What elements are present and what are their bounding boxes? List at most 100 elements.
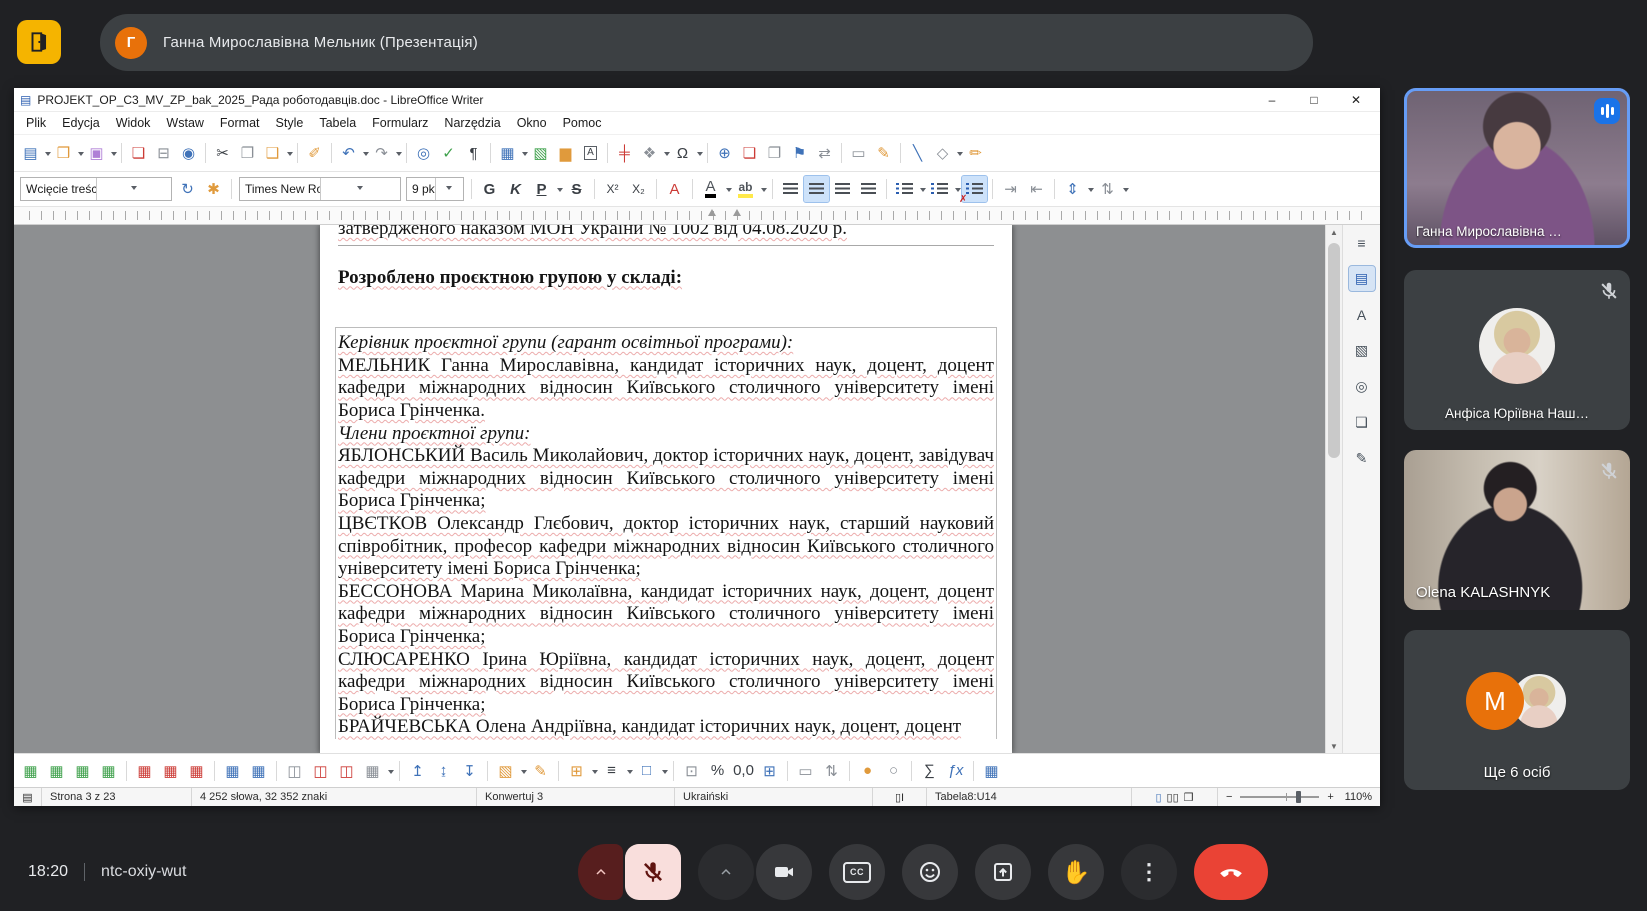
border-color-dropdown[interactable] bbox=[662, 770, 668, 777]
zoom-level[interactable]: 110% bbox=[1336, 791, 1372, 803]
paragraph-style-select[interactable]: Wcięcie treści tekstu bbox=[20, 177, 172, 201]
border-style-icon[interactable]: ≡ bbox=[599, 758, 624, 784]
align-top-icon[interactable]: ↥ bbox=[405, 758, 430, 784]
insert-image-icon[interactable]: ▧ bbox=[528, 140, 553, 166]
wrap-icon[interactable]: ▭ bbox=[793, 758, 818, 784]
sidebar-properties-icon[interactable]: ▤ bbox=[1349, 266, 1375, 291]
borders-icon[interactable]: ⊞ bbox=[564, 758, 589, 784]
highlight-dropdown[interactable] bbox=[761, 188, 767, 195]
basic-shapes-icon[interactable]: ◇ bbox=[930, 140, 955, 166]
unordered-list-button[interactable] bbox=[892, 176, 917, 202]
more-options-button[interactable]: ⋮ bbox=[1121, 844, 1177, 900]
align-bottom-icon[interactable]: ↧ bbox=[457, 758, 482, 784]
increase-indent-icon[interactable]: ⇥ bbox=[998, 176, 1023, 202]
menu-item-style[interactable]: Style bbox=[268, 114, 312, 132]
menu-item-narzedzia[interactable]: Narzędzia bbox=[436, 114, 508, 132]
delete-table-icon[interactable]: ▦ bbox=[184, 758, 209, 784]
border-style-dropdown[interactable] bbox=[627, 770, 633, 777]
line-spacing-dropdown[interactable] bbox=[1088, 188, 1094, 195]
minimize-button[interactable]: – bbox=[1254, 88, 1290, 111]
bookmark-icon[interactable]: ⚑ bbox=[787, 140, 812, 166]
multi-page-view-icon[interactable]: ▯▯ bbox=[1167, 791, 1179, 804]
video-tile-olena[interactable]: Olena KALASHNYK bbox=[1404, 450, 1630, 610]
border-color-icon[interactable]: □ bbox=[634, 758, 659, 784]
insert-row-above-icon[interactable]: ▦ bbox=[18, 758, 43, 784]
font-color-button[interactable]: A bbox=[698, 176, 723, 202]
delete-column-icon[interactable]: ▦ bbox=[158, 758, 183, 784]
sidebar-inspector-icon[interactable]: ✎ bbox=[1349, 446, 1375, 471]
decimal-format-icon[interactable]: 0,0 bbox=[731, 758, 756, 784]
split-cells-icon[interactable]: ◫ bbox=[308, 758, 333, 784]
menu-item-format[interactable]: Format bbox=[212, 114, 268, 132]
select-cell-icon[interactable]: ▦ bbox=[220, 758, 245, 784]
show-draw-functions-icon[interactable]: ✏ bbox=[963, 140, 988, 166]
reactions-button[interactable] bbox=[902, 844, 958, 900]
video-tile-overflow[interactable]: M Ще 6 осіб bbox=[1404, 630, 1630, 790]
page-style-status[interactable]: Konwertuj 3 bbox=[477, 788, 675, 806]
delete-row-icon[interactable]: ▦ bbox=[132, 758, 157, 784]
clone-formatting-icon[interactable]: ✐ bbox=[302, 140, 327, 166]
end-call-button[interactable] bbox=[1194, 844, 1268, 900]
video-tile-ganna[interactable]: Ганна Мирославівна … bbox=[1404, 88, 1630, 248]
insert-column-left-icon[interactable]: ▦ bbox=[70, 758, 95, 784]
insert-column-right-icon[interactable]: ▦ bbox=[96, 758, 121, 784]
insert-row-below-icon[interactable]: ▦ bbox=[44, 758, 69, 784]
table-cell-status[interactable]: Tabela8:U14 bbox=[927, 788, 1132, 806]
update-style-icon[interactable]: ↻ bbox=[175, 176, 200, 202]
single-page-view-icon[interactable]: ▯ bbox=[1155, 791, 1161, 804]
zoom-slider-thumb[interactable] bbox=[1296, 791, 1301, 803]
window-titlebar[interactable]: ▤ PROJEKT_OP_C3_MV_ZP_bak_2025_Рада робо… bbox=[14, 88, 1380, 112]
no-list-button[interactable] bbox=[962, 176, 987, 202]
scroll-up-arrow[interactable]: ▲ bbox=[1326, 225, 1342, 239]
highlight-color-button[interactable]: ab bbox=[733, 176, 758, 202]
menu-item-tabela[interactable]: Tabela bbox=[311, 114, 364, 132]
sidebar-styles-icon[interactable]: A bbox=[1349, 302, 1375, 327]
protect-cells-icon[interactable]: ● bbox=[855, 758, 880, 784]
font-size-arrow[interactable] bbox=[435, 178, 464, 200]
print-preview-icon[interactable]: ◉ bbox=[176, 140, 201, 166]
font-size-select[interactable]: 9 pkt bbox=[406, 177, 464, 201]
menu-item-wstaw[interactable]: Wstaw bbox=[158, 114, 212, 132]
table-properties-icon[interactable]: ▦ bbox=[979, 758, 1004, 784]
paragraph-spacing-icon[interactable]: ⇅ bbox=[1095, 176, 1120, 202]
optimize-size-icon[interactable]: ▦ bbox=[360, 758, 385, 784]
language-status[interactable]: Ukraiński bbox=[675, 788, 873, 806]
redo-icon[interactable]: ↷ bbox=[369, 140, 394, 166]
indent-marker[interactable] bbox=[708, 209, 716, 216]
endnote-icon[interactable]: ❐ bbox=[762, 140, 787, 166]
camera-options-button[interactable] bbox=[698, 844, 754, 900]
word-count-status[interactable]: 4 252 słowa, 32 352 znaki bbox=[192, 788, 477, 806]
insert-line-icon[interactable]: ╲ bbox=[905, 140, 930, 166]
subscript-button[interactable]: X₂ bbox=[626, 176, 651, 202]
copy-icon[interactable]: ❐ bbox=[235, 140, 260, 166]
background-color-icon[interactable]: ▧ bbox=[493, 758, 518, 784]
underline-button[interactable]: P bbox=[529, 176, 554, 202]
menu-item-okno[interactable]: Okno bbox=[509, 114, 555, 132]
font-color-dropdown[interactable] bbox=[726, 188, 732, 195]
insert-field-icon[interactable]: ❖ bbox=[637, 140, 662, 166]
unordered-list-dropdown[interactable] bbox=[920, 188, 926, 195]
scroll-down-arrow[interactable]: ▼ bbox=[1326, 739, 1342, 753]
percent-format-icon[interactable]: % bbox=[705, 758, 730, 784]
paste-dropdown[interactable] bbox=[287, 152, 293, 159]
line-spacing-icon[interactable]: ⇕ bbox=[1060, 176, 1085, 202]
clear-formatting-icon[interactable]: A bbox=[662, 176, 687, 202]
underline-dropdown[interactable] bbox=[557, 188, 563, 195]
mic-options-button[interactable] bbox=[578, 844, 623, 900]
insert-textbox-icon[interactable]: A bbox=[578, 140, 603, 166]
captions-button[interactable]: CC bbox=[829, 844, 885, 900]
export-pdf-icon[interactable]: ❏ bbox=[126, 140, 151, 166]
cut-icon[interactable]: ✂ bbox=[210, 140, 235, 166]
save-icon[interactable]: ▣ bbox=[84, 140, 109, 166]
font-name-select[interactable]: Times New Roman bbox=[239, 177, 401, 201]
camera-toggle-button[interactable] bbox=[756, 844, 812, 900]
decrease-indent-icon[interactable]: ⇤ bbox=[1024, 176, 1049, 202]
formula-icon[interactable]: ƒx bbox=[943, 758, 968, 784]
unprotect-cells-icon[interactable]: ○ bbox=[881, 758, 906, 784]
paragraph-style-arrow[interactable] bbox=[96, 178, 172, 200]
zoom-in-icon[interactable]: + bbox=[1327, 791, 1333, 803]
new-style-icon[interactable]: ✱ bbox=[201, 176, 226, 202]
center-vertically-icon[interactable]: ↨ bbox=[431, 758, 456, 784]
sidebar-gallery-icon[interactable]: ▧ bbox=[1349, 338, 1375, 363]
present-screen-button[interactable] bbox=[975, 844, 1031, 900]
